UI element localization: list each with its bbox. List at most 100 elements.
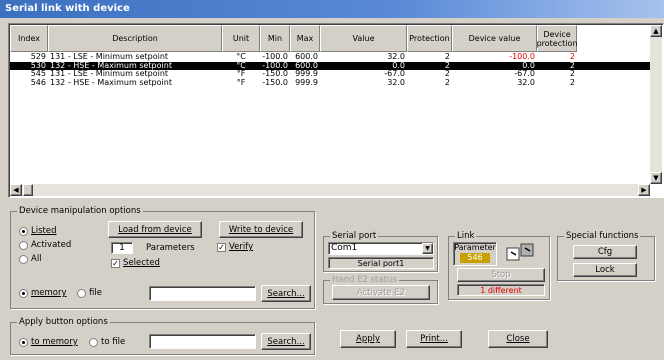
apply-button[interactable]: Apply xyxy=(340,330,396,348)
scroll-left-icon[interactable]: ◀ xyxy=(10,184,22,196)
write-to-device-button[interactable]: Write to device xyxy=(219,221,303,238)
selected-checkbox[interactable]: ✓ Selected xyxy=(111,258,160,268)
radio-dot-icon xyxy=(19,254,28,264)
device-options-label: Device manipulation options xyxy=(17,206,143,216)
activate-e2-button[interactable]: Activate E2 xyxy=(332,285,430,300)
cell-value: 32.0 xyxy=(387,53,405,61)
cell-protection: 2 xyxy=(444,61,450,70)
hscroll-thumb[interactable] xyxy=(23,184,33,196)
link-label: Link xyxy=(455,231,477,241)
table-row[interactable]: 546 132 - HSE - Maximum setpoint °F -150.0 9… xyxy=(10,79,650,88)
scroll-up-icon[interactable]: ▲ xyxy=(650,25,662,37)
parameter-value: 546 xyxy=(460,253,490,263)
apply-search-button[interactable]: Search... xyxy=(261,333,311,350)
search-button[interactable]: Search... xyxy=(261,285,311,302)
param-count: 1 xyxy=(111,242,133,254)
apply-options-group: Apply button options to memory to file S… xyxy=(10,317,315,355)
serial-link-window: Serial link with device Index Descriptio… xyxy=(0,0,664,360)
cell-unit: °F xyxy=(236,78,246,87)
radio-to-memory[interactable]: to memory xyxy=(19,337,78,347)
col-index[interactable]: Index xyxy=(10,25,48,52)
cell-device-value: -100.0 xyxy=(509,53,535,61)
radio-dot-icon xyxy=(77,288,86,298)
cell-value: -67.0 xyxy=(384,70,405,78)
load-from-device-button[interactable]: Load from device xyxy=(108,221,202,238)
radio-to-file[interactable]: to file xyxy=(89,337,125,347)
cell-max: 600.0 xyxy=(295,53,318,61)
cell-device-value: 32.0 xyxy=(517,78,535,87)
col-max[interactable]: Max xyxy=(290,25,320,52)
radio-listed[interactable]: Listed xyxy=(19,226,56,236)
file-path-input[interactable] xyxy=(149,286,256,301)
com-port-select[interactable]: Com1 ▼ xyxy=(328,242,434,255)
cell-description: 131 - LSE - Minimum setpoint xyxy=(50,53,169,61)
parameter-label: Parameter xyxy=(454,243,496,252)
cell-index: 529 xyxy=(30,53,46,61)
serial-port-group: Serial port Com1 ▼ Serial port1 xyxy=(323,231,438,272)
col-device-value[interactable]: Device value xyxy=(452,25,537,52)
table-row[interactable]: 529 131 - LSE - Minimum setpoint °C -100.0 6… xyxy=(10,53,650,62)
radio-memory[interactable]: memory xyxy=(19,288,67,298)
check-icon: ✓ xyxy=(217,242,226,252)
radio-activated[interactable]: Activated xyxy=(19,240,71,250)
table-row[interactable]: 545 131 - LSE - Minimum setpoint °F -150.0 9… xyxy=(10,70,650,79)
cell-protection: 2 xyxy=(444,53,450,61)
cell-unit: °C xyxy=(236,53,246,61)
special-functions-label: Special functions xyxy=(564,231,641,241)
cell-description: 132 - HSE - Maximum setpoint xyxy=(50,61,172,70)
col-unit[interactable]: Unit xyxy=(222,25,260,52)
stop-button[interactable]: Stop xyxy=(457,268,545,282)
col-min[interactable]: Min xyxy=(260,25,290,52)
link-connection-icon xyxy=(505,241,535,265)
close-button[interactable]: Close xyxy=(488,330,548,348)
cell-description: 132 - HSE - Maximum setpoint xyxy=(50,78,172,87)
cell-device-value: 0.0 xyxy=(522,61,535,70)
horizontal-scrollbar[interactable]: ◀ ▶ xyxy=(10,184,650,196)
vertical-scrollbar[interactable]: ▲ ▼ xyxy=(650,25,662,184)
cell-max: 999.9 xyxy=(295,78,318,87)
chevron-down-icon[interactable]: ▼ xyxy=(422,243,433,254)
special-functions-group: Special functions Cfg Lock xyxy=(557,231,655,281)
cell-index: 546 xyxy=(30,78,46,87)
radio-dot-icon xyxy=(89,337,98,347)
apply-file-path-input[interactable] xyxy=(149,334,256,349)
parameters-label: Parameters xyxy=(146,243,195,253)
col-device-protection[interactable]: Device protection xyxy=(537,25,577,52)
lock-button[interactable]: Lock xyxy=(573,263,637,277)
radio-dot-icon xyxy=(19,337,28,347)
radio-dot-icon xyxy=(19,288,28,298)
col-description[interactable]: Description xyxy=(48,25,222,52)
verify-checkbox[interactable]: ✓ Verify xyxy=(217,242,253,252)
cell-protection: 2 xyxy=(444,78,450,87)
cell-device-protection: 2 xyxy=(569,70,575,78)
col-protection[interactable]: Protection xyxy=(407,25,452,52)
radio-file[interactable]: file xyxy=(77,288,102,298)
check-icon: ✓ xyxy=(111,258,120,268)
print-button[interactable]: Print... xyxy=(406,330,462,348)
window-title: Serial link with device xyxy=(0,0,664,18)
parameter-table: Index Description Unit Min Max Value Pro… xyxy=(8,23,664,198)
scroll-right-icon[interactable]: ▶ xyxy=(638,184,650,196)
cell-unit: °C xyxy=(236,61,246,70)
cell-device-protection: 2 xyxy=(569,78,575,87)
table-body: 529 131 - LSE - Minimum setpoint °C -100.0 6… xyxy=(10,53,650,87)
cell-value: 32.0 xyxy=(387,78,405,87)
hand-e2-label: Hand E2 status xyxy=(330,275,399,285)
serial-port-status: Serial port1 xyxy=(328,257,434,269)
table-row[interactable]: 530 132 - HSE - Maximum setpoint °C -100.0 6… xyxy=(10,61,650,70)
cell-value: 0.0 xyxy=(392,61,405,70)
link-group: Link Parameter 546 Stop 1 different xyxy=(448,231,550,300)
col-value[interactable]: Value xyxy=(320,25,407,52)
radio-all[interactable]: All xyxy=(19,254,42,264)
link-status: 1 different xyxy=(457,284,545,296)
cell-max: 999.9 xyxy=(295,70,318,78)
scroll-down-icon[interactable]: ▼ xyxy=(650,172,662,184)
cell-max: 600.0 xyxy=(295,61,318,70)
cell-device-protection: 2 xyxy=(569,61,575,70)
device-options-group: Device manipulation options Listed Activ… xyxy=(10,206,315,309)
cfg-button[interactable]: Cfg xyxy=(573,245,637,259)
parameter-box: Parameter 546 xyxy=(453,242,497,266)
cell-index: 530 xyxy=(30,61,46,70)
serial-port-label: Serial port xyxy=(330,231,379,241)
cell-device-value: -67.0 xyxy=(514,70,535,78)
